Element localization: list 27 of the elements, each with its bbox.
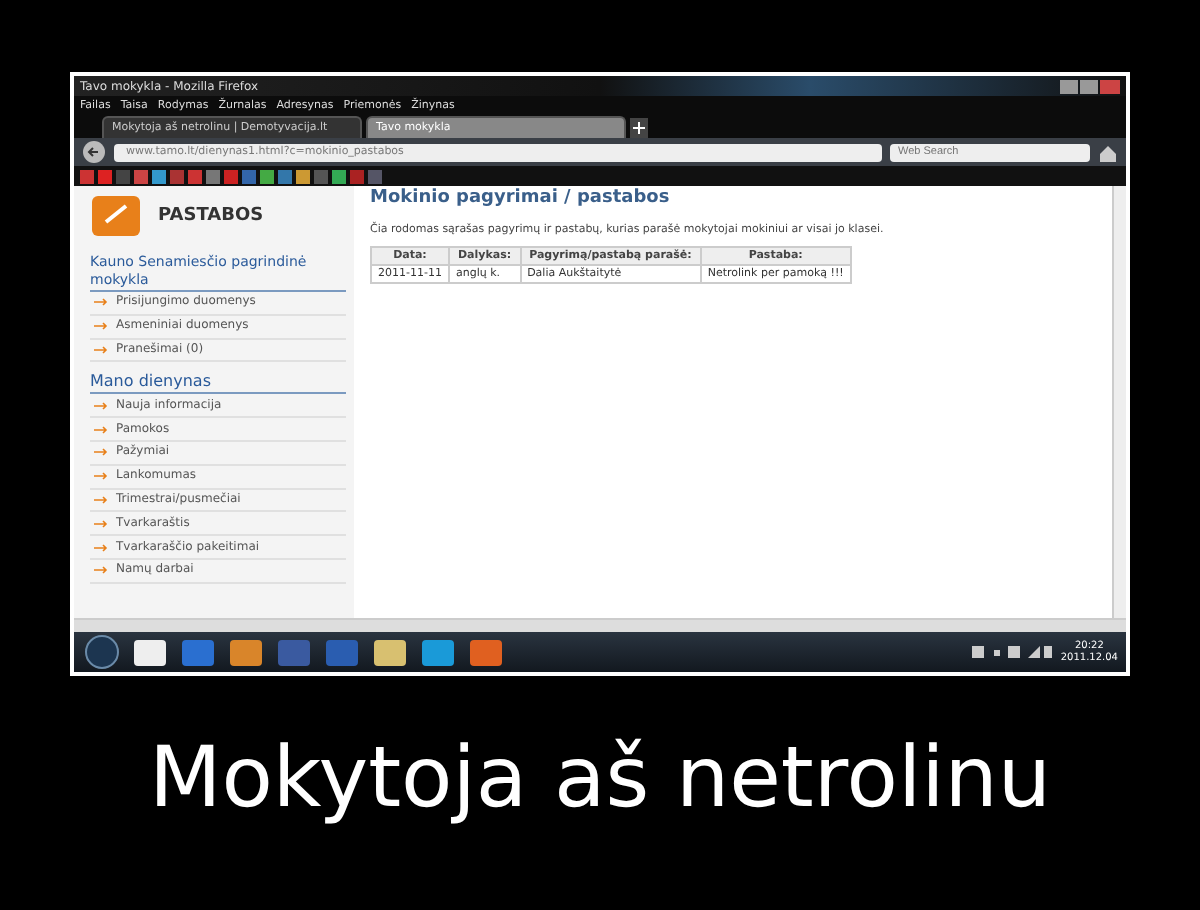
tray-icons-drawing — [972, 644, 1053, 660]
taskbar-app-icon[interactable] — [370, 637, 410, 667]
arrow-icon — [94, 425, 108, 434]
poster-caption: Mokytoja aš netrolinu — [148, 728, 1052, 826]
new-tab-button[interactable] — [630, 118, 648, 138]
logo-icon — [90, 194, 142, 238]
arrow-icon — [94, 448, 108, 457]
home-icon[interactable] — [1098, 143, 1118, 161]
window-controls-icon — [1060, 79, 1120, 93]
back-icon[interactable] — [82, 140, 106, 164]
arrow-icon — [94, 519, 108, 528]
page-heading: Mokinio pagyrimai / pastabos — [370, 188, 672, 210]
section-logo-title: PASTABOS — [158, 206, 264, 226]
section-heading: Mano dienynas — [90, 372, 346, 395]
arrow-icon — [94, 345, 108, 354]
arrow-icon — [94, 472, 108, 481]
arrow-icon — [94, 401, 108, 410]
taskbar-app-icon[interactable] — [130, 637, 170, 667]
start-orb-icon[interactable] — [82, 634, 122, 670]
arrow-icon — [94, 566, 108, 575]
arrow-icon — [94, 322, 108, 331]
scrollbar[interactable] — [1112, 186, 1126, 618]
taskbar-app-icon[interactable] — [226, 637, 266, 667]
arrow-icon — [94, 495, 108, 504]
scrollbar[interactable] — [74, 618, 1126, 632]
arrow-icon — [94, 298, 108, 307]
arrow-icon — [94, 543, 108, 552]
